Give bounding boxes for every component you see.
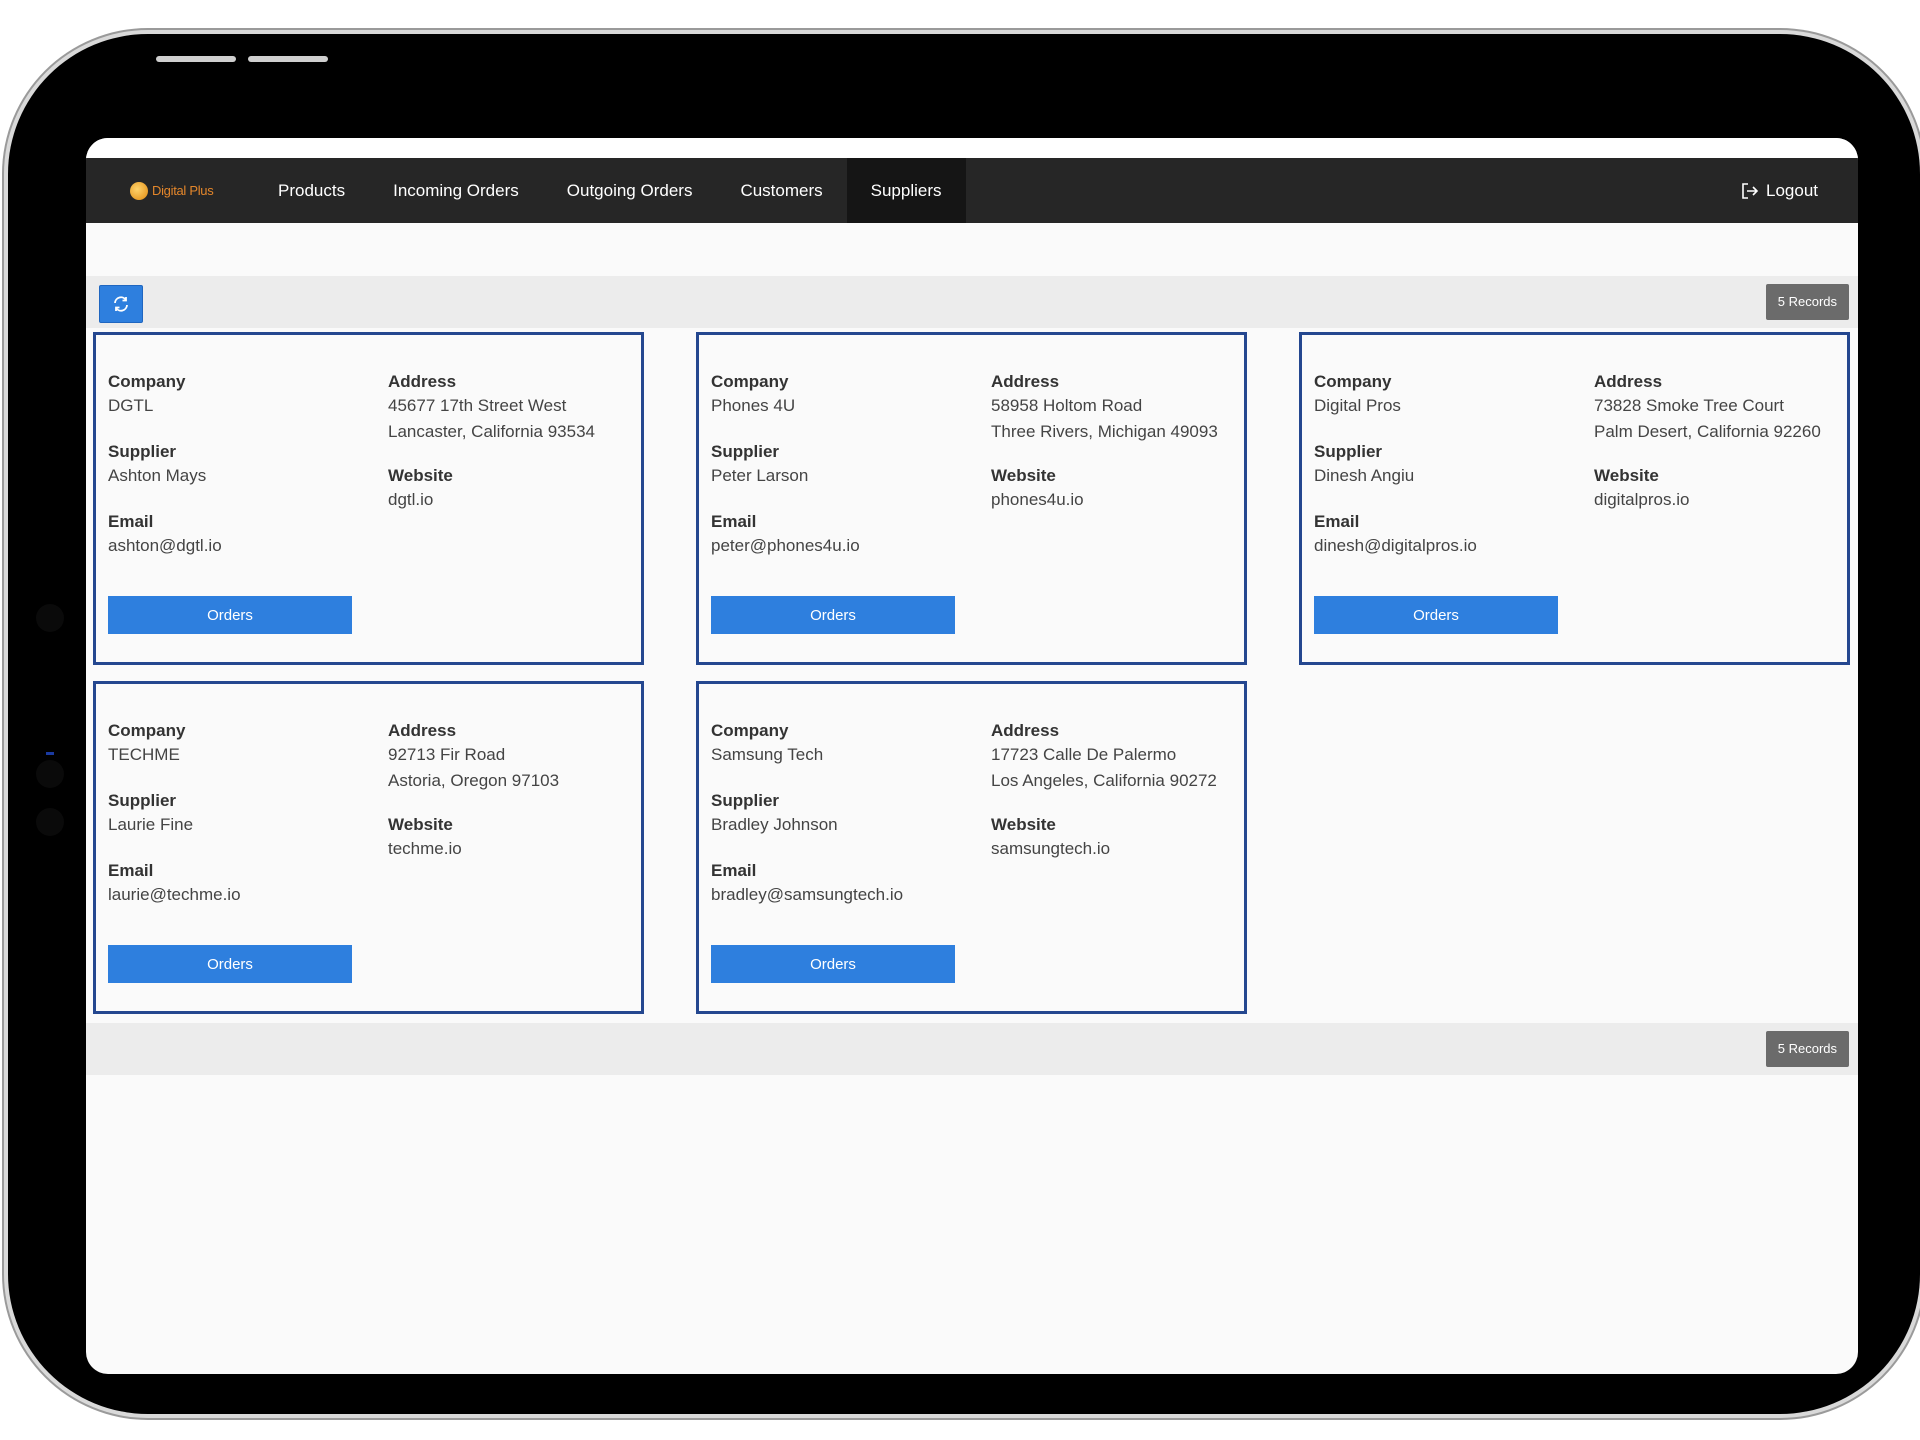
address-label: Address [388, 372, 457, 391]
address-line-2: Astoria, Oregon 97103 [388, 771, 560, 790]
address-line-1: 17723 Calle De Palermo [991, 745, 1177, 764]
address-line-2: Los Angeles, California 90272 [991, 771, 1217, 790]
app-screen: Digital Plus Products Incoming Orders Ou… [86, 138, 1858, 1374]
supplier-label: Supplier [711, 791, 780, 810]
address-label: Address [388, 721, 457, 740]
email-value: dinesh@digitalpros.io [1314, 536, 1477, 555]
supplier-card: Company DGTL Supplier Ashton Mays Email … [93, 332, 644, 665]
website-value: techme.io [388, 839, 462, 858]
nav-item-suppliers[interactable]: Suppliers [846, 158, 966, 223]
email-label: Email [711, 861, 757, 880]
email-label: Email [108, 861, 154, 880]
orders-button[interactable]: Orders [711, 596, 955, 634]
address-line-1: 58958 Holtom Road [991, 396, 1143, 415]
top-navigation: Digital Plus Products Incoming Orders Ou… [86, 158, 1858, 223]
email-value: ashton@dgtl.io [108, 536, 222, 555]
address-label: Address [991, 721, 1060, 740]
status-bar [86, 138, 1858, 158]
records-count-badge: 5 Records [1765, 284, 1849, 320]
brand-name: Digital Plus [152, 183, 214, 198]
address-line-2: Lancaster, California 93534 [388, 422, 595, 441]
brand-logo[interactable]: Digital Plus [86, 158, 254, 223]
website-label: Website [991, 815, 1056, 834]
address-line-1: 92713 Fir Road [388, 745, 506, 764]
sensor-dot [36, 808, 64, 836]
supplier-label: Supplier [1314, 442, 1383, 461]
logout-label: Logout [1766, 180, 1818, 200]
email-label: Email [1314, 512, 1360, 531]
email-label: Email [108, 512, 154, 531]
address-value: 73828 Smoke Tree Court Palm Desert, Cali… [1594, 393, 1844, 445]
website-label: Website [1594, 466, 1659, 485]
website-value: dgtl.io [388, 490, 434, 509]
supplier-card: Company Samsung Tech Supplier Bradley Jo… [696, 681, 1247, 1014]
supplier-card: Company Digital Pros Supplier Dinesh Ang… [1299, 332, 1850, 665]
address-value: 58958 Holtom Road Three Rivers, Michigan… [991, 393, 1241, 445]
email-value: bradley@samsungtech.io [711, 885, 904, 904]
company-label: Company [108, 721, 186, 740]
email-label: Email [711, 512, 757, 531]
refresh-icon [114, 296, 128, 312]
address-value: 92713 Fir Road Astoria, Oregon 97103 [388, 742, 638, 794]
supplier-card: Company TECHME Supplier Laurie Fine Emai… [93, 681, 644, 1014]
company-label: Company [1314, 372, 1392, 391]
website-label: Website [991, 466, 1056, 485]
orders-button[interactable]: Orders [1314, 596, 1558, 634]
records-count-badge: 5 Records [1765, 1031, 1849, 1067]
company-value: Samsung Tech [711, 745, 824, 764]
nav-item-products[interactable]: Products [254, 158, 369, 223]
website-label: Website [388, 815, 453, 834]
website-label: Website [388, 466, 453, 485]
volume-button [248, 56, 328, 62]
address-label: Address [991, 372, 1060, 391]
company-value: Phones 4U [711, 396, 796, 415]
email-value: peter@phones4u.io [711, 536, 860, 555]
company-value: Digital Pros [1314, 396, 1401, 415]
logout-button[interactable]: Logout [1740, 158, 1818, 223]
supplier-value: Bradley Johnson [711, 815, 838, 834]
company-label: Company [108, 372, 186, 391]
address-value: 17723 Calle De Palermo Los Angeles, Cali… [991, 742, 1241, 794]
supplier-label: Supplier [711, 442, 780, 461]
address-line-1: 73828 Smoke Tree Court [1594, 396, 1784, 415]
address-value: 45677 17th Street West Lancaster, Califo… [388, 393, 638, 445]
company-value: TECHME [108, 745, 180, 764]
company-value: DGTL [108, 396, 154, 415]
volume-button [156, 56, 236, 62]
supplier-value: Ashton Mays [108, 466, 207, 485]
sensor-dot [36, 760, 64, 788]
logout-icon [1742, 182, 1759, 199]
supplier-value: Dinesh Angiu [1314, 466, 1415, 485]
address-label: Address [1594, 372, 1663, 391]
website-value: phones4u.io [991, 490, 1084, 509]
address-line-2: Palm Desert, California 92260 [1594, 422, 1821, 441]
tablet-frame: Digital Plus Products Incoming Orders Ou… [8, 34, 1920, 1414]
nav-item-customers[interactable]: Customers [716, 158, 846, 223]
footer-bar: 5 Records [86, 1023, 1858, 1075]
nav-item-incoming-orders[interactable]: Incoming Orders [369, 158, 543, 223]
orders-button[interactable]: Orders [108, 596, 352, 634]
company-label: Company [711, 721, 789, 740]
address-line-2: Three Rivers, Michigan 49093 [991, 422, 1218, 441]
supplier-label: Supplier [108, 791, 177, 810]
supplier-value: Peter Larson [711, 466, 809, 485]
refresh-button[interactable] [99, 285, 143, 323]
orders-button[interactable]: Orders [108, 945, 352, 983]
nav-item-outgoing-orders[interactable]: Outgoing Orders [543, 158, 717, 223]
supplier-card: Company Phones 4U Supplier Peter Larson … [696, 332, 1247, 665]
email-value: laurie@techme.io [108, 885, 241, 904]
address-line-1: 45677 17th Street West [388, 396, 567, 415]
camera-indicator [46, 752, 54, 755]
website-value: samsungtech.io [991, 839, 1111, 858]
logo-icon [130, 181, 148, 200]
supplier-value: Laurie Fine [108, 815, 194, 834]
sensor-dot [36, 604, 64, 632]
orders-button[interactable]: Orders [711, 945, 955, 983]
company-label: Company [711, 372, 789, 391]
toolbar: 5 Records [86, 276, 1858, 328]
supplier-label: Supplier [108, 442, 177, 461]
website-value: digitalpros.io [1594, 490, 1690, 509]
